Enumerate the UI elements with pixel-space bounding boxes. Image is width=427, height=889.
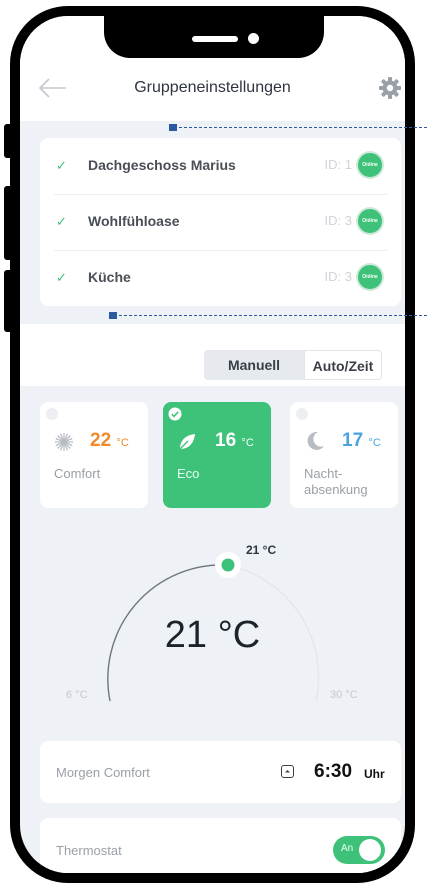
group-list: ✓ Dachgeschoss Marius ID: 1 Online ✓ Woh… xyxy=(40,138,401,306)
online-status-icon: Online xyxy=(358,209,382,233)
current-temperature: 21 °C xyxy=(164,614,261,656)
thermostat-toggle[interactable]: An xyxy=(333,836,385,864)
preset-label: Comfort xyxy=(54,466,101,481)
preset-comfort[interactable]: 22 °C Comfort xyxy=(40,402,148,508)
moon-icon xyxy=(307,431,324,450)
group-id: ID: 3 xyxy=(324,269,352,284)
schedule-name: Morgen Comfort xyxy=(56,765,150,780)
preset-label: Eco xyxy=(177,466,200,481)
toggle-label: An xyxy=(341,843,354,854)
group-row-kueche[interactable]: ✓ Küche ID: 3 Online xyxy=(40,250,401,306)
group-name: Küche xyxy=(88,269,131,285)
mode-selector: Manuell Auto/Zeit xyxy=(20,324,405,386)
mode-manual-label: Manuell xyxy=(227,357,281,373)
notch xyxy=(104,16,324,58)
group-name: Dachgeschoss Marius xyxy=(88,157,236,173)
group-name: Wohlfühloase xyxy=(88,213,180,229)
group-row-dachgeschoss[interactable]: ✓ Dachgeschoss Marius ID: 1 Online xyxy=(40,138,401,194)
preset-label-line1: Nacht- xyxy=(304,466,343,481)
camera xyxy=(248,33,259,44)
preset-unit: °C xyxy=(241,437,254,449)
mode-manual-button[interactable]: Manuell xyxy=(204,350,304,380)
thermostat-label: Thermostat xyxy=(56,843,122,858)
preset-value: 17 °C xyxy=(342,430,381,452)
online-status-icon: Online xyxy=(358,265,382,289)
annotation-line-bottom xyxy=(114,315,427,316)
settings-button[interactable] xyxy=(378,76,402,100)
leaf-icon xyxy=(179,434,195,450)
volume-up-button xyxy=(4,186,13,260)
schedule-card[interactable]: Morgen Comfort 6:30 Uhr xyxy=(40,741,401,803)
group-id: ID: 3 xyxy=(324,213,352,228)
schedule-time: 6:30 xyxy=(314,761,353,782)
mute-switch xyxy=(4,124,13,158)
gear-icon xyxy=(379,77,401,99)
annotation-marker-top xyxy=(169,124,177,131)
preset-value: 22 °C xyxy=(90,430,129,452)
screen: Gruppeneinstellungen ✓ Dachgeschoss Mari… xyxy=(20,16,405,873)
preset-value: 16 °C xyxy=(215,430,254,452)
annotation-marker-bottom xyxy=(109,312,117,319)
online-status-icon: Online xyxy=(358,153,382,177)
preset-eco[interactable]: 16 °C Eco xyxy=(163,402,271,508)
dial-handle xyxy=(221,558,235,572)
sun-icon xyxy=(55,433,73,451)
mode-auto-button[interactable]: Auto/Zeit xyxy=(304,350,382,380)
preset-value-number: 22 xyxy=(90,430,112,451)
target-temperature: 21 °C xyxy=(246,543,277,557)
schedule-time-unit: Uhr xyxy=(364,767,385,781)
group-row-wohlfuehloase[interactable]: ✓ Wohlfühloase ID: 3 Online xyxy=(40,194,401,250)
preset-value-number: 16 xyxy=(215,430,237,451)
group-id: ID: 1 xyxy=(324,157,352,172)
mode-auto-label: Auto/Zeit xyxy=(312,358,374,374)
preset-label: Nacht-absenkung xyxy=(304,466,368,498)
range-max: 30 °C xyxy=(330,689,358,701)
preset-radio[interactable] xyxy=(296,408,308,420)
volume-down-button xyxy=(4,270,13,332)
dropdown-icon[interactable] xyxy=(281,765,294,778)
check-icon[interactable]: ✓ xyxy=(56,270,67,286)
range-min: 6 °C xyxy=(66,689,88,701)
page-title: Gruppeneinstellungen xyxy=(134,79,291,96)
check-icon[interactable]: ✓ xyxy=(56,214,67,230)
preset-radio[interactable] xyxy=(46,408,58,420)
preset-unit: °C xyxy=(368,437,381,449)
preset-value-number: 17 xyxy=(342,430,364,451)
preset-night[interactable]: 17 °C Nacht-absenkung xyxy=(290,402,398,508)
speaker xyxy=(192,36,238,42)
preset-label-line2: absenkung xyxy=(304,482,368,497)
check-icon[interactable]: ✓ xyxy=(56,158,67,174)
preset-unit: °C xyxy=(116,437,129,449)
thermostat-card: Thermostat An xyxy=(40,818,401,873)
checked-icon[interactable] xyxy=(168,407,182,421)
toggle-knob xyxy=(359,839,381,861)
annotation-line-top xyxy=(174,127,427,128)
